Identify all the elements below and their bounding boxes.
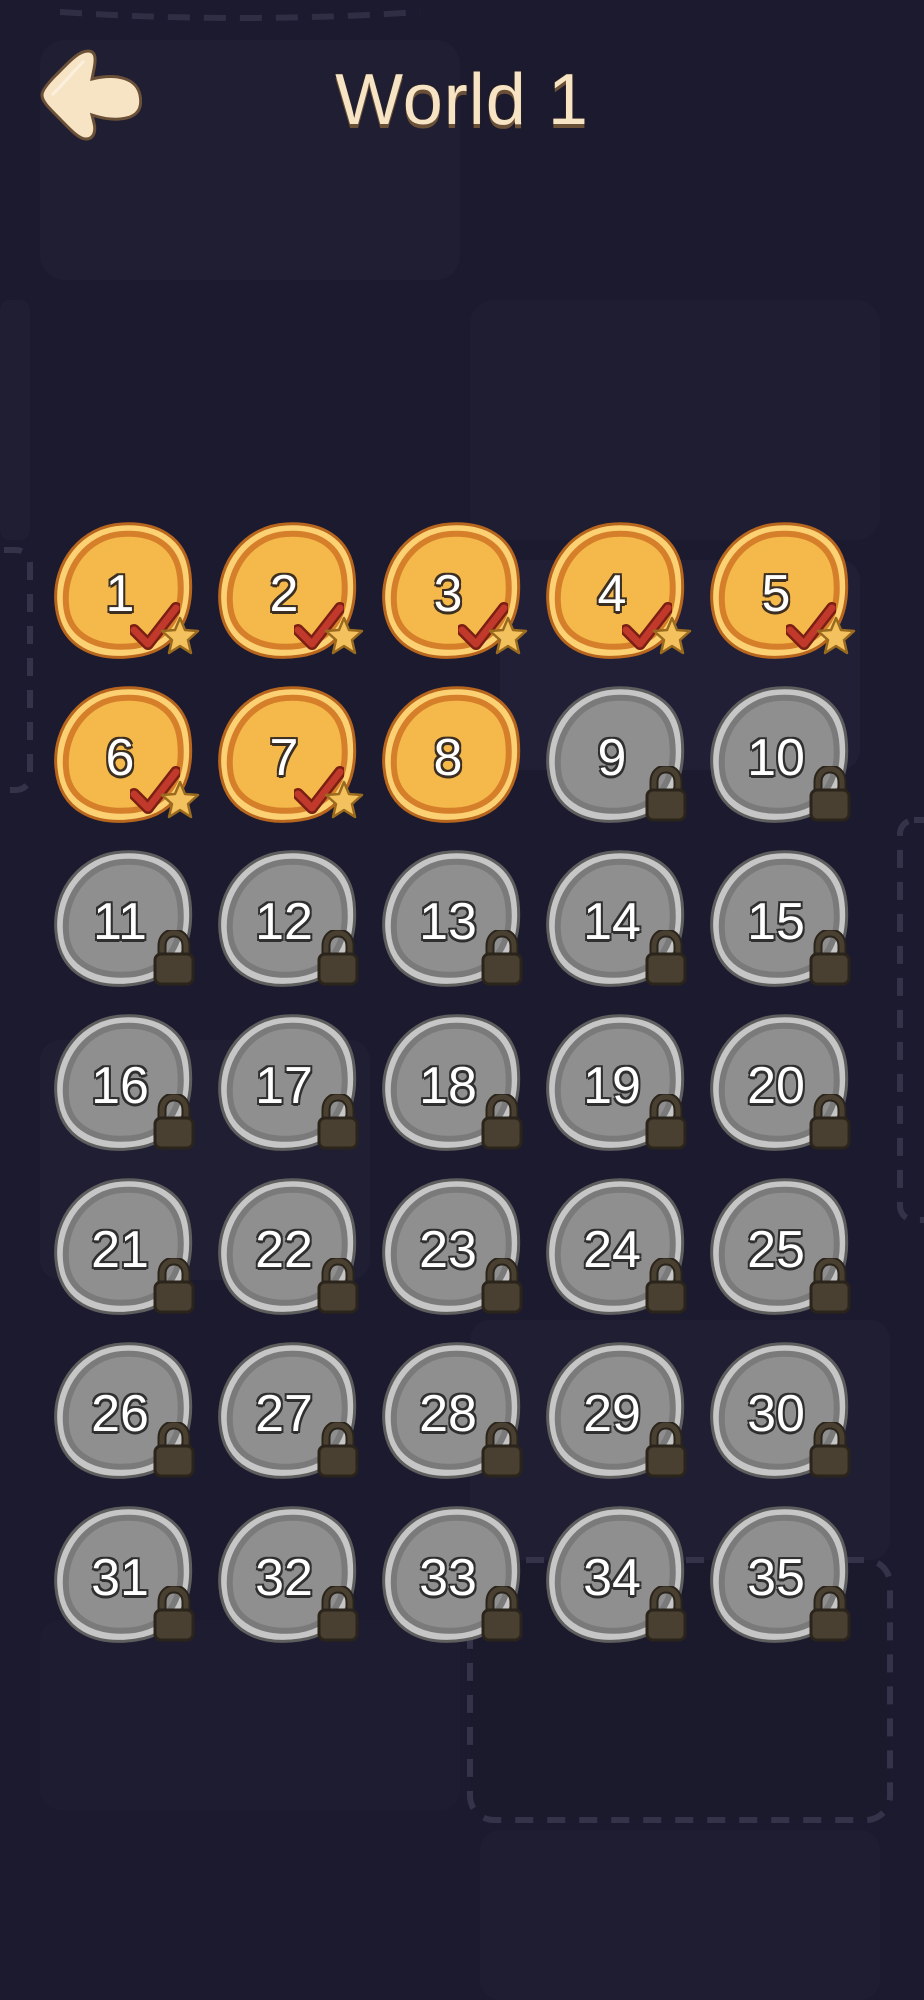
level-button-28[interactable]: 28 xyxy=(380,1340,523,1483)
level-button-32[interactable]: 32 xyxy=(216,1504,359,1647)
level-button-13[interactable]: 13 xyxy=(380,848,523,991)
level-button-24[interactable]: 24 xyxy=(544,1176,687,1319)
star-icon xyxy=(324,780,364,820)
header: World 1 xyxy=(0,0,924,210)
level-button-33[interactable]: 33 xyxy=(380,1504,523,1647)
padlock-icon xyxy=(480,1586,524,1642)
padlock-icon xyxy=(152,1094,196,1150)
padlock-icon xyxy=(644,930,688,986)
padlock-icon xyxy=(316,1094,360,1150)
star-icon xyxy=(160,616,200,656)
padlock-icon xyxy=(316,1422,360,1478)
level-button-31[interactable]: 31 xyxy=(52,1504,195,1647)
padlock-icon xyxy=(808,930,852,986)
padlock-icon xyxy=(480,1258,524,1314)
level-button-14[interactable]: 14 xyxy=(544,848,687,991)
level-button-18[interactable]: 18 xyxy=(380,1012,523,1155)
padlock-icon xyxy=(152,1422,196,1478)
level-button-7[interactable]: 7 xyxy=(216,684,364,827)
page-title: World 1 xyxy=(335,60,589,140)
padlock-icon xyxy=(316,1586,360,1642)
level-button-11[interactable]: 11 xyxy=(52,848,195,991)
padlock-icon xyxy=(644,766,688,822)
level-button-30[interactable]: 30 xyxy=(708,1340,851,1483)
level-button-23[interactable]: 23 xyxy=(380,1176,523,1319)
padlock-icon xyxy=(644,1258,688,1314)
level-button-34[interactable]: 34 xyxy=(544,1504,687,1647)
level-button-2[interactable]: 2 xyxy=(216,520,364,663)
level-button-20[interactable]: 20 xyxy=(708,1012,851,1155)
padlock-icon xyxy=(808,1094,852,1150)
padlock-icon xyxy=(152,1586,196,1642)
level-button-15[interactable]: 15 xyxy=(708,848,851,991)
star-icon xyxy=(488,616,528,656)
star-icon xyxy=(160,780,200,820)
star-icon xyxy=(652,616,692,656)
padlock-icon xyxy=(316,1258,360,1314)
padlock-icon xyxy=(808,1422,852,1478)
padlock-icon xyxy=(644,1586,688,1642)
star-icon xyxy=(324,616,364,656)
padlock-icon xyxy=(644,1094,688,1150)
level-button-9[interactable]: 9 xyxy=(544,684,687,827)
padlock-icon xyxy=(808,1586,852,1642)
level-button-1[interactable]: 1 xyxy=(52,520,200,663)
level-button-17[interactable]: 17 xyxy=(216,1012,359,1155)
level-button-3[interactable]: 3 xyxy=(380,520,528,663)
level-button-10[interactable]: 10 xyxy=(708,684,851,827)
level-button-4[interactable]: 4 xyxy=(544,520,692,663)
padlock-icon xyxy=(152,930,196,986)
level-button-29[interactable]: 29 xyxy=(544,1340,687,1483)
padlock-icon xyxy=(644,1422,688,1478)
padlock-icon xyxy=(808,766,852,822)
level-button-16[interactable]: 16 xyxy=(52,1012,195,1155)
level-button-22[interactable]: 22 xyxy=(216,1176,359,1319)
padlock-icon xyxy=(480,1422,524,1478)
padlock-icon xyxy=(152,1258,196,1314)
level-button-35[interactable]: 35 xyxy=(708,1504,851,1647)
level-button-6[interactable]: 6 xyxy=(52,684,200,827)
level-button-12[interactable]: 12 xyxy=(216,848,359,991)
padlock-icon xyxy=(316,930,360,986)
level-button-26[interactable]: 26 xyxy=(52,1340,195,1483)
padlock-icon xyxy=(480,930,524,986)
level-button-25[interactable]: 25 xyxy=(708,1176,851,1319)
level-button-21[interactable]: 21 xyxy=(52,1176,195,1319)
level-button-5[interactable]: 5 xyxy=(708,520,856,663)
padlock-icon xyxy=(808,1258,852,1314)
level-button-8[interactable]: 8 xyxy=(380,684,523,827)
padlock-icon xyxy=(480,1094,524,1150)
level-grid: 1 2 3 4 5 6 7 8 9 10 11 12 13 14 15 16 17 18 19 20 21 22 23 24 2… xyxy=(52,520,872,1647)
level-button-27[interactable]: 27 xyxy=(216,1340,359,1483)
level-button-19[interactable]: 19 xyxy=(544,1012,687,1155)
star-icon xyxy=(816,616,856,656)
level-number: 8 xyxy=(433,729,463,787)
